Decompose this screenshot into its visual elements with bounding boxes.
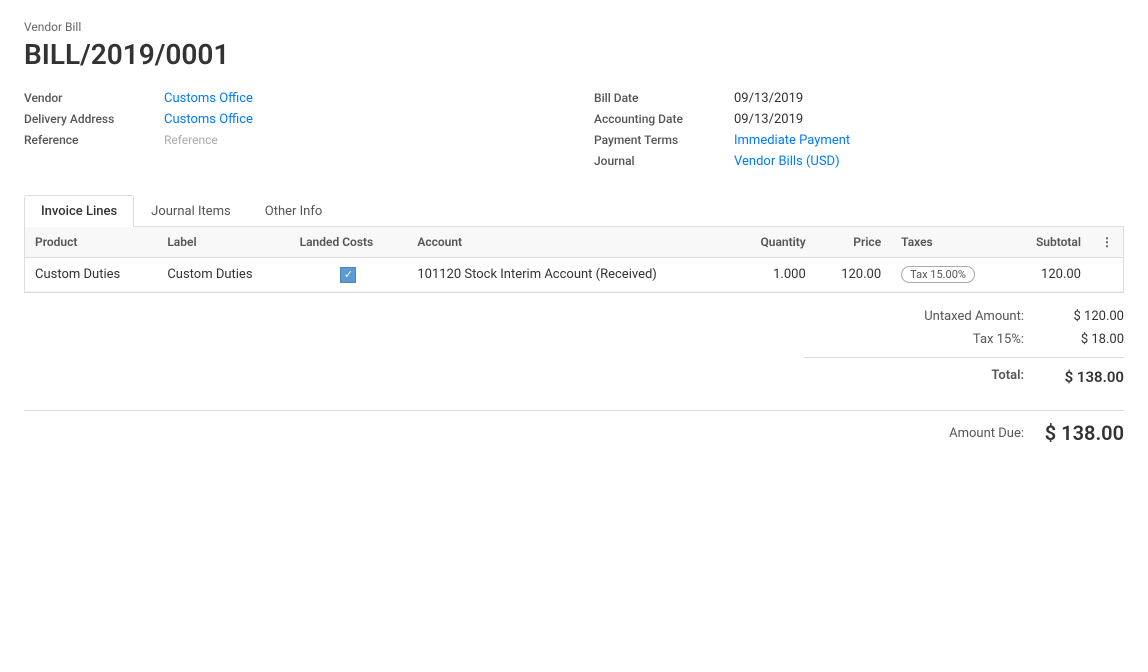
amount-due-section: Amount Due: $ 138.00	[24, 410, 1124, 455]
cell-subtotal: 120.00	[1009, 258, 1091, 292]
col-header-account: Account	[407, 227, 733, 258]
amount-due-inner: Amount Due: $ 138.00	[804, 421, 1124, 445]
payment-terms-field-row: Payment Terms Immediate Payment	[594, 133, 1124, 148]
tax-label: Tax 15%:	[804, 332, 1044, 347]
form-left: Vendor Customs Office Delivery Address C…	[24, 91, 554, 175]
journal-label: Journal	[594, 154, 734, 168]
total-row: Total: $ 138.00	[804, 364, 1124, 390]
delivery-address-field-row: Delivery Address Customs Office	[24, 112, 554, 127]
col-header-quantity: Quantity	[734, 227, 816, 258]
col-header-landed-costs: Landed Costs	[290, 227, 408, 258]
tab-journal-items[interactable]: Journal Items	[134, 195, 248, 227]
col-header-subtotal: Subtotal	[1009, 227, 1091, 258]
totals-table: Untaxed Amount: $ 120.00 Tax 15%: $ 18.0…	[804, 305, 1124, 390]
vendor-field-row: Vendor Customs Office	[24, 91, 554, 106]
tabs: Invoice Lines Journal Items Other Info	[24, 195, 1124, 227]
form-fields: Vendor Customs Office Delivery Address C…	[24, 91, 1124, 175]
tab-invoice-lines[interactable]: Invoice Lines	[24, 195, 134, 227]
cell-price[interactable]: 120.00	[816, 258, 891, 292]
delivery-address-value[interactable]: Customs Office	[164, 112, 253, 127]
cell-taxes[interactable]: Tax 15.00%	[891, 258, 1009, 292]
journal-value[interactable]: Vendor Bills (USD)	[734, 154, 840, 169]
reference-field-row: Reference Reference	[24, 133, 554, 147]
col-header-product: Product	[25, 227, 157, 258]
accounting-date-value[interactable]: 09/13/2019	[734, 112, 803, 127]
cell-quantity[interactable]: 1.000	[734, 258, 816, 292]
untaxed-amount-row: Untaxed Amount: $ 120.00	[804, 305, 1124, 328]
cell-options	[1091, 258, 1123, 292]
delivery-address-label: Delivery Address	[24, 112, 164, 126]
cell-landed-costs[interactable]	[290, 258, 408, 292]
invoice-lines-table: Product Label Landed Costs Account Quant…	[25, 227, 1123, 292]
tax-value: $ 18.00	[1044, 332, 1124, 347]
col-header-options[interactable]: ⋮	[1091, 227, 1123, 258]
untaxed-amount-label: Untaxed Amount:	[804, 309, 1044, 324]
untaxed-amount-value: $ 120.00	[1044, 309, 1124, 324]
accounting-date-label: Accounting Date	[594, 112, 734, 126]
journal-field-row: Journal Vendor Bills (USD)	[594, 154, 1124, 169]
totals-divider	[804, 357, 1124, 358]
cell-account[interactable]: 101120 Stock Interim Account (Received)	[407, 258, 733, 292]
landed-costs-checkbox[interactable]	[340, 267, 356, 283]
total-value: $ 138.00	[1044, 368, 1124, 386]
vendor-label: Vendor	[24, 91, 164, 105]
vendor-value[interactable]: Customs Office	[164, 91, 253, 106]
table-header-row: Product Label Landed Costs Account Quant…	[25, 227, 1123, 258]
total-label: Total:	[804, 368, 1044, 386]
payment-terms-value[interactable]: Immediate Payment	[734, 133, 850, 148]
vendor-bill-label: Vendor Bill	[24, 20, 1124, 34]
amount-due-value: $ 138.00	[1044, 421, 1124, 445]
cell-product[interactable]: Custom Duties	[25, 258, 157, 292]
cell-label[interactable]: Custom Duties	[157, 258, 289, 292]
table-row: Custom Duties Custom Duties 101120 Stock…	[25, 258, 1123, 292]
totals-section: Untaxed Amount: $ 120.00 Tax 15%: $ 18.0…	[24, 293, 1124, 402]
tax-badge[interactable]: Tax 15.00%	[901, 266, 975, 283]
tab-other-info[interactable]: Other Info	[248, 195, 340, 227]
bill-date-field-row: Bill Date 09/13/2019	[594, 91, 1124, 106]
reference-label: Reference	[24, 133, 164, 147]
amount-due-label: Amount Due:	[804, 426, 1044, 441]
col-header-price: Price	[816, 227, 891, 258]
vendor-bill-page: Vendor Bill BILL/2019/0001 Vendor Custom…	[0, 0, 1148, 672]
payment-terms-label: Payment Terms	[594, 133, 734, 147]
tax-row: Tax 15%: $ 18.00	[804, 328, 1124, 351]
bill-date-value[interactable]: 09/13/2019	[734, 91, 803, 106]
col-header-taxes: Taxes	[891, 227, 1009, 258]
bill-date-label: Bill Date	[594, 91, 734, 105]
accounting-date-field-row: Accounting Date 09/13/2019	[594, 112, 1124, 127]
reference-input[interactable]: Reference	[164, 133, 218, 147]
bill-number: BILL/2019/0001	[24, 38, 1124, 71]
col-header-label: Label	[157, 227, 289, 258]
form-right: Bill Date 09/13/2019 Accounting Date 09/…	[594, 91, 1124, 175]
invoice-lines-table-container: Product Label Landed Costs Account Quant…	[24, 227, 1124, 293]
